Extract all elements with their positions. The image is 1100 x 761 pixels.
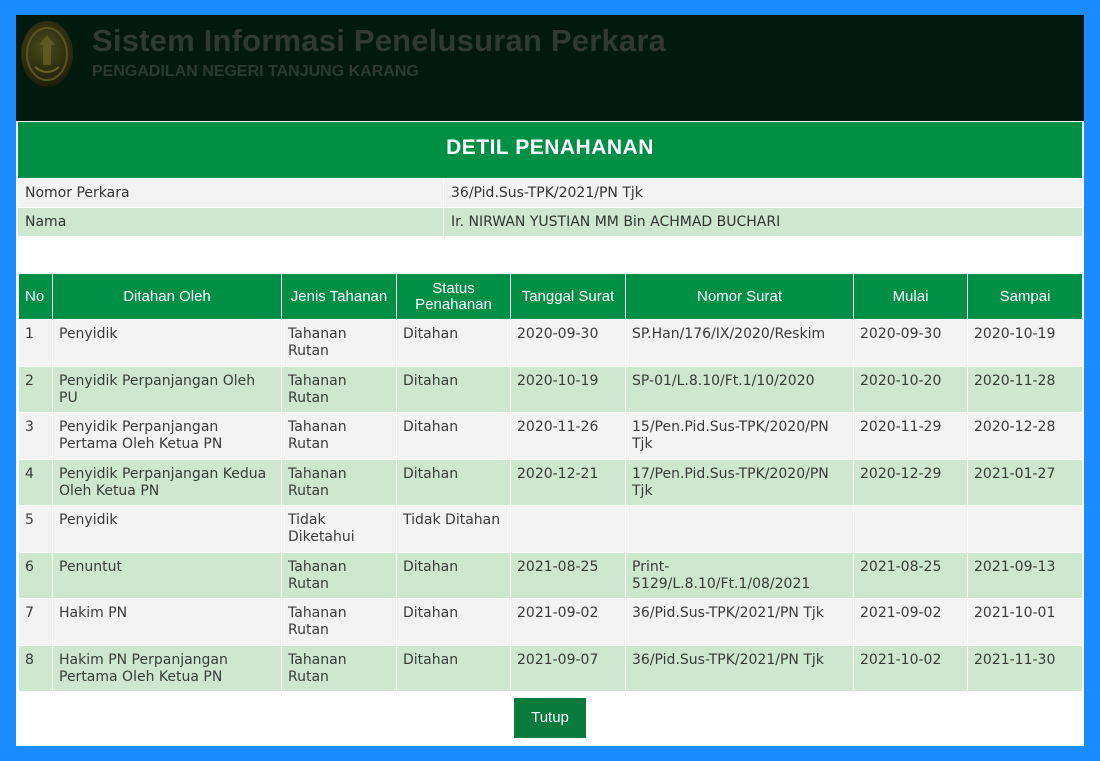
- col-header-end: Sampai: [967, 273, 1083, 320]
- info-label: Nama: [25, 214, 67, 230]
- cell-no: 2: [18, 365, 53, 413]
- detail-title: DETIL PENAHANAN: [18, 122, 1082, 178]
- cell-detained-by: Hakim PN Perpanjangan Pertama Oleh Ketua…: [52, 644, 282, 692]
- table-row: 2 Penyidik Perpanjangan Oleh PU Tahanan Ru…: [18, 365, 1083, 413]
- cell-detention-type: Tidak Diketahui: [281, 505, 397, 553]
- table-row: 5 Penyidik Tidak Diketahui Tidak Ditahan: [18, 505, 1083, 553]
- info-label: Nomor Perkara: [25, 185, 130, 201]
- cell-letter-number: Print-5129/L.8.10/Ft.1/08/2021: [625, 551, 854, 599]
- cell-end: 2021-11-30: [967, 644, 1083, 692]
- cell-no: 5: [18, 505, 53, 553]
- detention-table: No Ditahan Oleh Jenis Tahanan Status Pen…: [18, 273, 1083, 692]
- table-row: 8 Hakim PN Perpanjangan Pertama Oleh Ketu…: [18, 644, 1083, 692]
- cell-detention-type: Tahanan Rutan: [281, 365, 397, 413]
- cell-start: 2020-11-29: [853, 412, 968, 460]
- cell-end: 2020-12-28: [967, 412, 1083, 460]
- cell-end: 2021-10-01: [967, 598, 1083, 646]
- info-row-case-number: Nomor Perkara 36/Pid.Sus-TPK/2021/PN Tjk: [18, 178, 1082, 207]
- cell-detained-by: Penuntut: [52, 551, 282, 599]
- cell-end: 2020-10-19: [967, 319, 1083, 367]
- col-header-letter-date: Tanggal Surat: [510, 273, 626, 320]
- col-header-detained-by: Ditahan Oleh: [52, 273, 282, 320]
- cell-detention-status: Ditahan: [396, 412, 511, 460]
- cell-detention-type: Tahanan Rutan: [281, 551, 397, 599]
- site-header: Sistem Informasi Penelusuran Perkara PEN…: [16, 15, 1084, 121]
- cell-start: [853, 505, 968, 553]
- cell-no: 6: [18, 551, 53, 599]
- court-name: PENGADILAN NEGERI TANJUNG KARANG: [92, 63, 419, 80]
- cell-letter-number: 17/Pen.Pid.Sus-TPK/2020/PN Tjk: [625, 458, 854, 506]
- cell-no: 7: [18, 598, 53, 646]
- cell-start: 2020-09-30: [853, 319, 968, 367]
- info-row-name: Nama Ir. NIRWAN YUSTIAN MM Bin ACHMAD BU…: [18, 207, 1082, 236]
- cell-letter-date: 2020-09-30: [510, 319, 626, 367]
- col-header-detention-type: Jenis Tahanan: [281, 273, 397, 320]
- table-body: 1 Penyidik Tahanan Rutan Ditahan 2020-09-30 S…: [18, 319, 1083, 692]
- cell-letter-number: SP.Han/176/IX/2020/Reskim: [625, 319, 854, 367]
- info-value: Ir. NIRWAN YUSTIAN MM Bin ACHMAD BUCHARI: [443, 208, 1082, 236]
- app-title: Sistem Informasi Penelusuran Perkara: [92, 23, 667, 58]
- cell-letter-number: SP-01/L.8.10/Ft.1/10/2020: [625, 365, 854, 413]
- table-row: 4 Penyidik Perpanjangan Kedua Oleh Ketua …: [18, 458, 1083, 506]
- cell-detention-status: Ditahan: [396, 598, 511, 646]
- cell-no: 8: [18, 644, 53, 692]
- cell-detained-by: Penyidik Perpanjangan Pertama Oleh Ketua…: [52, 412, 282, 460]
- detail-panel: DETIL PENAHANAN Nomor Perkara 36/Pid.Sus…: [18, 122, 1082, 236]
- table-row: 3 Penyidik Perpanjangan Pertama Oleh Ketu…: [18, 412, 1083, 460]
- table-row: 7 Hakim PN Tahanan Rutan Ditahan 2021-09-02 3…: [18, 598, 1083, 646]
- cell-no: 3: [18, 412, 53, 460]
- cell-letter-number: 36/Pid.Sus-TPK/2021/PN Tjk: [625, 598, 854, 646]
- detention-detail-page: Sistem Informasi Penelusuran Perkara PEN…: [16, 15, 1084, 746]
- col-header-detention-status: Status Penahanan: [396, 273, 511, 320]
- cell-detention-status: Ditahan: [396, 458, 511, 506]
- cell-detention-status: Ditahan: [396, 644, 511, 692]
- cell-no: 4: [18, 458, 53, 506]
- col-header-start: Mulai: [853, 273, 968, 320]
- cell-start: 2021-08-25: [853, 551, 968, 599]
- col-header-letter-number: Nomor Surat: [625, 273, 854, 320]
- cell-detained-by: Hakim PN: [52, 598, 282, 646]
- info-value: 36/Pid.Sus-TPK/2021/PN Tjk: [443, 179, 1082, 207]
- cell-start: 2021-10-02: [853, 644, 968, 692]
- cell-letter-date: 2021-09-07: [510, 644, 626, 692]
- table-row: 1 Penyidik Tahanan Rutan Ditahan 2020-09-30 S…: [18, 319, 1083, 367]
- cell-letter-date: 2020-11-26: [510, 412, 626, 460]
- cell-detention-type: Tahanan Rutan: [281, 598, 397, 646]
- cell-letter-date: 2020-12-21: [510, 458, 626, 506]
- cell-letter-number: [625, 505, 854, 553]
- cell-detention-status: Ditahan: [396, 319, 511, 367]
- cell-letter-date: 2020-10-19: [510, 365, 626, 413]
- close-button[interactable]: Tutup: [514, 698, 586, 738]
- cell-end: 2021-09-13: [967, 551, 1083, 599]
- cell-detention-type: Tahanan Rutan: [281, 319, 397, 367]
- cell-detained-by: Penyidik Perpanjangan Kedua Oleh Ketua P…: [52, 458, 282, 506]
- cell-no: 1: [18, 319, 53, 367]
- cell-end: [967, 505, 1083, 553]
- cell-detention-type: Tahanan Rutan: [281, 644, 397, 692]
- cell-detained-by: Penyidik Perpanjangan Oleh PU: [52, 365, 282, 413]
- cell-detained-by: Penyidik: [52, 505, 282, 553]
- cell-detention-type: Tahanan Rutan: [281, 458, 397, 506]
- cell-letter-date: 2021-08-25: [510, 551, 626, 599]
- cell-letter-date: 2021-09-02: [510, 598, 626, 646]
- cell-detention-status: Ditahan: [396, 551, 511, 599]
- table-header-row: No Ditahan Oleh Jenis Tahanan Status Pen…: [18, 273, 1083, 320]
- court-emblem-icon: [21, 21, 73, 87]
- cell-start: 2020-12-29: [853, 458, 968, 506]
- cell-end: 2021-01-27: [967, 458, 1083, 506]
- table-row: 6 Penuntut Tahanan Rutan Ditahan 2021-08-25 P…: [18, 551, 1083, 599]
- cell-detention-status: Tidak Ditahan: [396, 505, 511, 553]
- cell-detention-status: Ditahan: [396, 365, 511, 413]
- col-header-no: No: [18, 273, 53, 320]
- cell-start: 2021-09-02: [853, 598, 968, 646]
- cell-letter-date: [510, 505, 626, 553]
- cell-end: 2020-11-28: [967, 365, 1083, 413]
- cell-start: 2020-10-20: [853, 365, 968, 413]
- cell-detention-type: Tahanan Rutan: [281, 412, 397, 460]
- cell-letter-number: 15/Pen.Pid.Sus-TPK/2020/PN Tjk: [625, 412, 854, 460]
- cell-detained-by: Penyidik: [52, 319, 282, 367]
- cell-letter-number: 36/Pid.Sus-TPK/2021/PN Tjk: [625, 644, 854, 692]
